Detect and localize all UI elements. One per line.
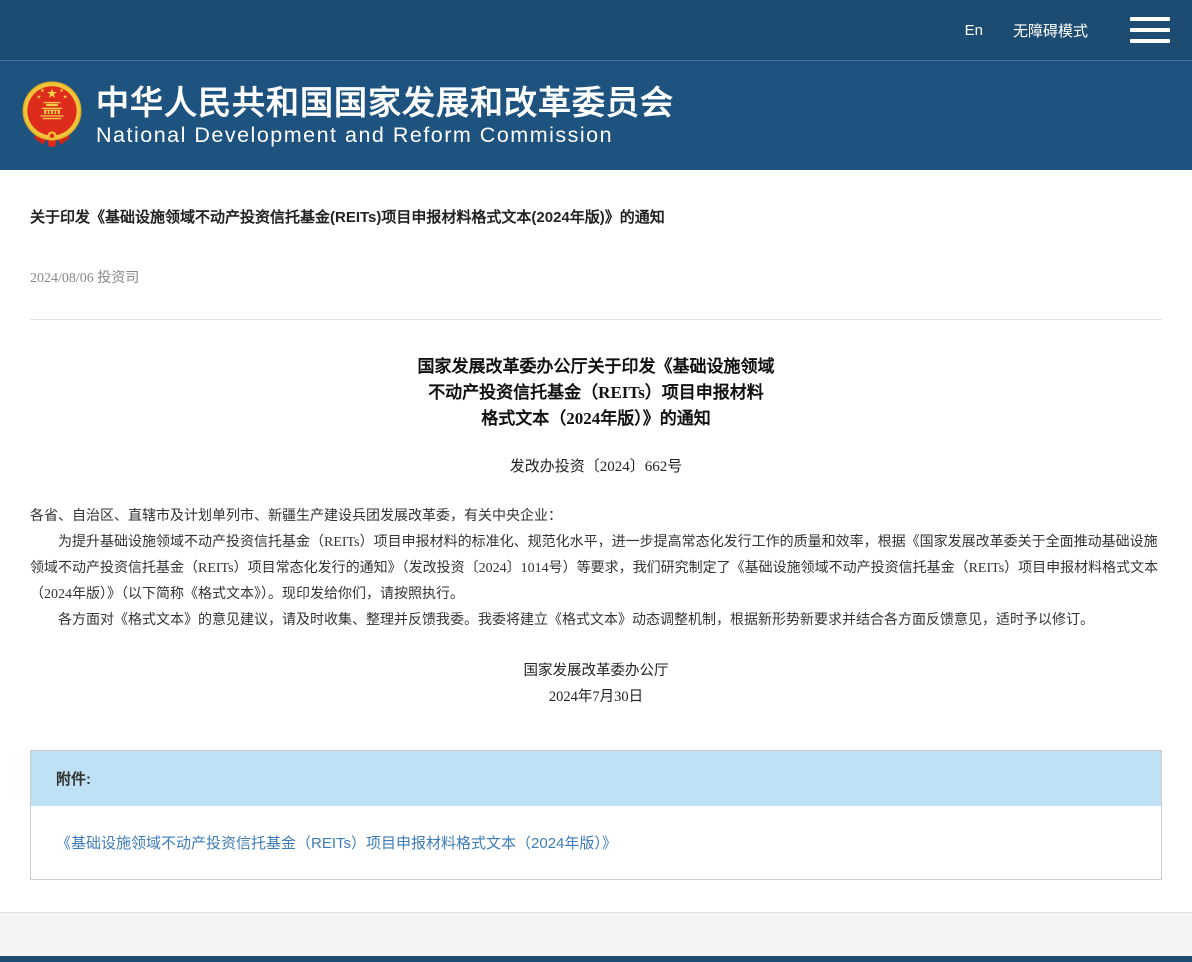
site-masthead: 中华人民共和国国家发展和改革委员会 National Development a… [0,60,1192,170]
attachment-download-link[interactable]: 《基础设施领域不动产投资信托基金（REITs）项目申报材料格式文本（2024年版… [56,835,617,852]
accessibility-mode-link[interactable]: 无障碍模式 [1013,20,1088,41]
document-title: 国家发展改革委办公厅关于印发《基础设施领域 不动产投资信托基金（REITs）项目… [30,354,1162,432]
body-paragraph: 为提升基础设施领域不动产投资信托基金（REITs）项目申报材料的标准化、规范化水… [30,530,1162,608]
article-date-department: 2024/08/06 投资司 [30,267,1162,287]
top-utility-bar: En 无障碍模式 [0,0,1192,60]
page-title: 关于印发《基础设施领域不动产投资信托基金(REITs)项目申报材料格式文本(20… [30,206,1162,227]
document-title-line: 不动产投资信托基金（REITs）项目申报材料 [30,380,1162,406]
national-emblem-icon [20,79,84,153]
title-divider [30,319,1162,320]
document-title-line: 国家发展改革委办公厅关于印发《基础设施领域 [30,354,1162,380]
attachment-body: 《基础设施领域不动产投资信托基金（REITs）项目申报材料格式文本（2024年版… [31,806,1161,879]
signature-date: 2024年7月30日 [30,684,1162,710]
document-body: 各省、自治区、直辖市及计划单列市、新疆生产建设兵团发展改革委，有关中央企业： 为… [30,504,1162,634]
attachment-label: 附件: [56,768,91,789]
salutation-paragraph: 各省、自治区、直辖市及计划单列市、新疆生产建设兵团发展改革委，有关中央企业： [30,504,1162,530]
attachment-header: 附件: [31,751,1161,806]
hamburger-menu-icon[interactable] [1130,17,1170,43]
site-title-english: National Development and Reform Commissi… [96,122,674,148]
signature-issuer: 国家发展改革委办公厅 [30,658,1162,684]
english-version-link[interactable]: En [965,22,983,39]
document-number: 发改办投资〔2024〕662号 [30,455,1162,476]
footer-accent-bar [0,956,1192,962]
article-content: 关于印发《基础设施领域不动产投资信托基金(REITs)项目申报材料格式文本(20… [0,170,1192,912]
footer-strip [0,912,1192,956]
body-paragraph: 各方面对《格式文本》的意见建议，请及时收集、整理并反馈我委。我委将建立《格式文本… [30,608,1162,634]
site-title-chinese: 中华人民共和国国家发展和改革委员会 [96,84,674,122]
page-footer [0,912,1192,962]
site-logo[interactable]: 中华人民共和国国家发展和改革委员会 National Development a… [20,79,674,153]
attachment-section: 附件: 《基础设施领域不动产投资信托基金（REITs）项目申报材料格式文本（20… [30,750,1162,880]
document-title-line: 格式文本（2024年版）》的通知 [30,406,1162,432]
